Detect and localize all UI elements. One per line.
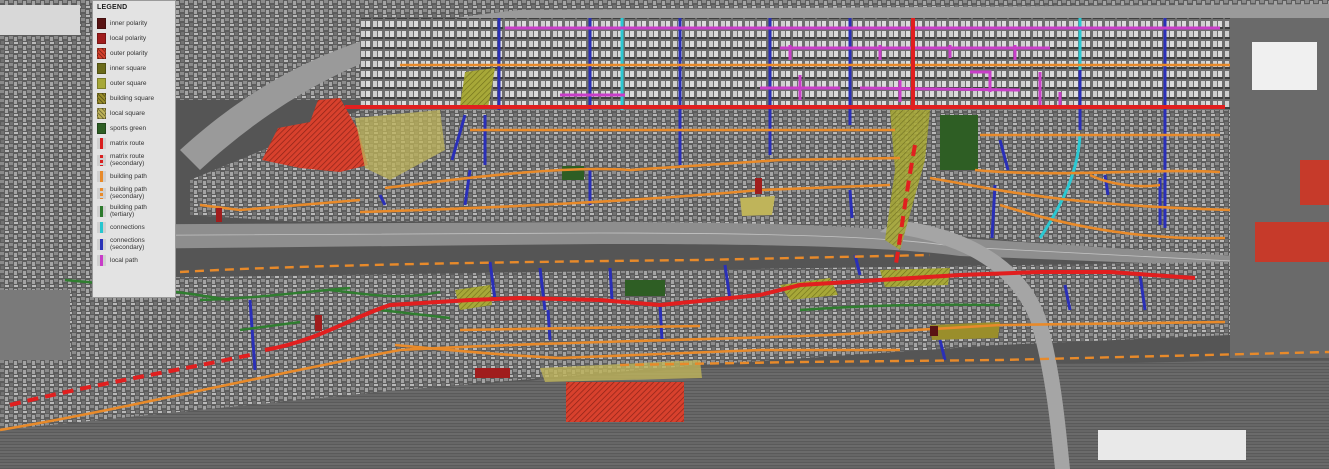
west-warehouse — [0, 5, 80, 35]
legend-swatch — [97, 18, 106, 29]
legend-swatch — [97, 138, 106, 149]
legend-swatch — [97, 93, 106, 104]
legend-swatch — [97, 154, 106, 166]
legend-label: building square — [110, 95, 155, 102]
legend-item: local square — [97, 106, 172, 121]
legend-label: local square — [110, 110, 146, 117]
west-lot — [0, 290, 70, 360]
legend-label: inner square — [110, 65, 147, 72]
south-white-building — [1098, 430, 1246, 460]
legend-label: matrix route — [110, 140, 145, 147]
legend-item: sports green — [97, 121, 172, 136]
legend-swatch — [97, 187, 106, 199]
legend-swatch — [97, 255, 106, 266]
south-polarity-building — [566, 382, 684, 422]
legend-label: inner polarity — [110, 20, 148, 27]
legend-item: building square — [97, 91, 172, 106]
legend-item: inner polarity — [97, 16, 172, 31]
legend-label: building path (secondary) — [110, 186, 147, 200]
legend-swatch — [97, 123, 106, 134]
east-red-building — [1255, 222, 1329, 262]
legend-item: local path — [97, 253, 172, 268]
east-white-building — [1252, 42, 1317, 90]
legend-label: connections — [110, 224, 145, 231]
legend-item: matrix route (secondary) — [97, 151, 172, 169]
legend-swatch — [97, 78, 106, 89]
legend-label: connections (secondary) — [110, 237, 145, 251]
legend-label: building path — [110, 173, 147, 180]
legend-item: outer square — [97, 76, 172, 91]
legend-item: inner square — [97, 61, 172, 76]
legend-swatch — [97, 63, 106, 74]
site-map[interactable] — [0, 0, 1329, 469]
sports-green-1 — [940, 115, 978, 170]
legend-label: local polarity — [110, 35, 147, 42]
legend-title: LEGEND — [97, 4, 128, 11]
legend-label: building path (tertiary) — [110, 204, 147, 218]
local-polarity-4 — [475, 368, 510, 378]
legend: LEGEND inner polarity local polarity outer… — [92, 0, 176, 298]
legend-swatch — [97, 238, 106, 250]
local-polarity-3 — [755, 178, 762, 194]
legend-swatch — [97, 205, 106, 217]
east-red-building-2 — [1300, 160, 1329, 205]
legend-label: matrix route (secondary) — [110, 153, 145, 167]
legend-item: matrix route — [97, 136, 172, 151]
legend-swatch — [97, 108, 106, 119]
legend-item: outer polarity — [97, 46, 172, 61]
legend-label: sports green — [110, 125, 147, 132]
legend-swatch — [97, 222, 106, 233]
west-industrial — [0, 0, 92, 300]
legend-item: building path — [97, 169, 172, 184]
legend-item: building path (tertiary) — [97, 202, 172, 220]
legend-label: outer square — [110, 80, 147, 87]
legend-item: connections — [97, 220, 172, 235]
legend-item: connections (secondary) — [97, 235, 172, 253]
legend-item: building path (secondary) — [97, 184, 172, 202]
legend-items: inner polarity local polarity outer polari… — [97, 16, 172, 268]
legend-item: local polarity — [97, 31, 172, 46]
local-square-1 — [740, 196, 775, 216]
inner-polarity-1 — [930, 326, 938, 336]
local-polarity-2 — [315, 315, 322, 331]
sports-green-2 — [625, 280, 665, 296]
legend-swatch — [97, 33, 106, 44]
legend-swatch — [97, 48, 106, 59]
local-polarity-1 — [216, 208, 222, 222]
legend-label: outer polarity — [110, 50, 148, 57]
legend-label: local path — [110, 257, 138, 264]
legend-swatch — [97, 171, 106, 182]
